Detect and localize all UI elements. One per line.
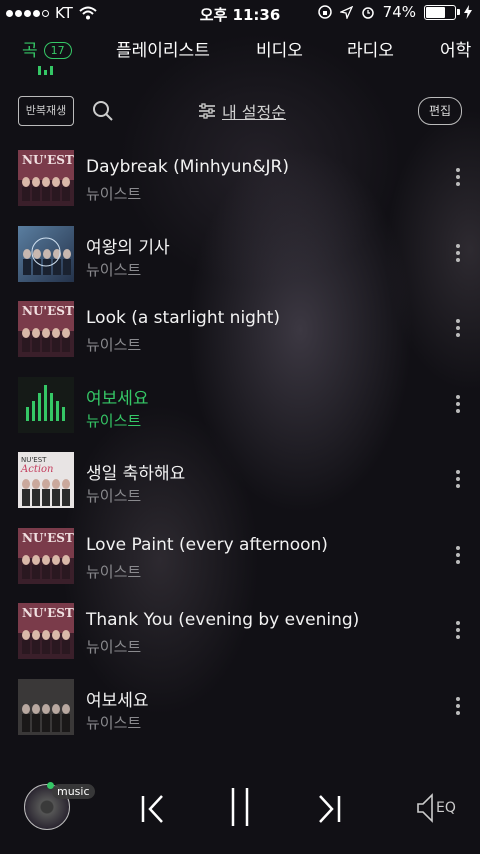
- previous-button[interactable]: [140, 794, 168, 824]
- eq-button[interactable]: EQ: [416, 793, 456, 823]
- song-title: 여보세요: [86, 388, 149, 409]
- rotation-lock-icon: [317, 5, 332, 19]
- tab-radio[interactable]: 라디오: [347, 36, 394, 61]
- next-button[interactable]: [314, 794, 342, 824]
- more-options-icon[interactable]: [456, 696, 460, 715]
- song-row[interactable]: 여보세요뉴이스트: [0, 369, 480, 444]
- sort-options-icon: [199, 103, 215, 119]
- svg-text:NU'EST: NU'EST: [22, 606, 74, 620]
- more-options-icon[interactable]: [456, 394, 460, 413]
- svg-text:Action: Action: [20, 464, 54, 475]
- status-bar: KT 오후 11:36 74%: [0, 0, 480, 26]
- music-tag: music: [52, 784, 95, 799]
- song-title: Daybreak (Minhyun&JR): [86, 157, 289, 177]
- more-options-icon[interactable]: [456, 621, 460, 639]
- tab-songs[interactable]: 곡 17: [22, 36, 72, 61]
- battery-percent: 74%: [382, 3, 416, 21]
- tab-songs-label: 곡: [22, 41, 38, 61]
- song-title: 생일 축하해요: [86, 464, 186, 484]
- song-row[interactable]: NU'EST Look (a starlight night) 뉴이스트: [0, 293, 480, 368]
- song-artist: 뉴이스트: [86, 185, 142, 203]
- tab-language[interactable]: 어학: [440, 36, 471, 61]
- song-title: 여왕의 기사: [86, 237, 170, 258]
- album-art[interactable]: [18, 376, 74, 433]
- search-icon[interactable]: [92, 100, 114, 122]
- album-art[interactable]: NU'EST: [18, 603, 74, 659]
- svg-text:NU'EST: NU'EST: [22, 531, 74, 545]
- song-row[interactable]: NU'EST Thank You (evening by evening) 뉴이스트: [0, 595, 480, 670]
- song-title: 여보세요: [86, 690, 149, 711]
- battery-icon: [424, 4, 460, 20]
- alarm-icon: [361, 7, 374, 19]
- album-art[interactable]: [18, 678, 74, 735]
- category-tabs: 곡 17 플레이리스트 비디오 라디오 어학: [0, 32, 480, 82]
- song-artist: 뉴이스트: [86, 260, 142, 279]
- repeat-button[interactable]: 반복재생: [18, 96, 74, 126]
- song-title: Love Paint (every afternoon): [86, 534, 328, 555]
- more-options-icon[interactable]: [456, 243, 460, 262]
- sort-label: 내 설정순: [222, 103, 286, 122]
- song-artist: 뉴이스트: [86, 638, 142, 656]
- sort-selector[interactable]: 내 설정순: [198, 99, 286, 123]
- more-options-icon[interactable]: [456, 545, 460, 564]
- more-options-icon[interactable]: [456, 168, 460, 186]
- edit-button[interactable]: 편집: [418, 97, 462, 125]
- more-options-icon[interactable]: [456, 319, 460, 337]
- album-art[interactable]: NU'EST: [18, 150, 74, 206]
- more-options-icon[interactable]: [456, 470, 460, 488]
- tab-video[interactable]: 비디오: [256, 36, 303, 61]
- song-row[interactable]: 여왕의 기사뉴이스트: [0, 218, 480, 293]
- svg-text:NU'EST: NU'EST: [22, 304, 74, 318]
- tab-playlist[interactable]: 플레이리스트: [116, 36, 210, 61]
- song-artist: 뉴이스트: [86, 713, 142, 732]
- album-art[interactable]: [18, 225, 74, 282]
- equalizer-indicator-icon: [38, 66, 53, 75]
- svg-text:NU'EST: NU'EST: [21, 456, 47, 464]
- song-artist: 뉴이스트: [86, 487, 142, 505]
- svg-text:NU'EST: NU'EST: [22, 153, 74, 167]
- song-row[interactable]: 여보세요뉴이스트: [0, 671, 480, 746]
- speaker-icon: [417, 793, 433, 823]
- album-art[interactable]: NU'EST Action: [18, 452, 74, 508]
- song-count-badge: 17: [43, 42, 72, 59]
- song-artist: 뉴이스트: [86, 562, 142, 581]
- song-row[interactable]: NU'EST Daybreak (Minhyun&JR) 뉴이스트: [0, 142, 480, 217]
- album-art[interactable]: NU'EST: [18, 301, 74, 357]
- charging-icon: [464, 5, 472, 19]
- song-artist: 뉴이스트: [86, 336, 142, 354]
- song-title: Thank You (evening by evening): [86, 610, 360, 630]
- album-art[interactable]: NU'EST: [18, 527, 74, 584]
- eq-label: EQ: [436, 800, 456, 816]
- song-artist: 뉴이스트: [86, 411, 142, 430]
- song-title: Look (a starlight night): [86, 308, 281, 328]
- list-toolbar: 반복재생 내 설정순 편집: [0, 94, 480, 128]
- pause-button[interactable]: [228, 786, 252, 828]
- mini-player: music EQ: [0, 768, 480, 854]
- song-row[interactable]: NU'EST Love Paint (every afternoon) 뉴이스트: [0, 520, 480, 595]
- location-icon: [339, 5, 353, 19]
- song-row[interactable]: NU'EST Action 생일 축하해요뉴이스트: [0, 444, 480, 519]
